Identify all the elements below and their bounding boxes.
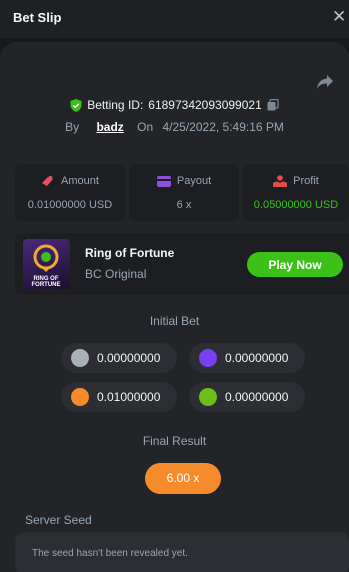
share-icon[interactable]: [316, 74, 334, 90]
amount-label: Amount: [61, 175, 99, 187]
coin-pill: 0.01000000: [61, 382, 177, 412]
final-result-badge: 6.00 x: [145, 463, 221, 494]
game-subtitle: BC Original: [85, 267, 147, 281]
close-icon[interactable]: ✕: [332, 7, 346, 27]
server-seed-message: The seed hasn't been revealed yet.: [32, 548, 188, 559]
payout-label: Payout: [176, 175, 212, 187]
profit-card: Profit 0.05000000 USD: [243, 164, 349, 221]
coin-icon: [71, 349, 89, 367]
bet-date: 4/25/2022, 5:49:16 PM: [162, 120, 284, 134]
coin-icon: [199, 388, 217, 406]
profit-label: Profit: [293, 175, 319, 187]
payout-icon: [156, 175, 171, 187]
coin-pill: 0.00000000: [189, 382, 305, 412]
coin-pill: 0.00000000: [61, 343, 177, 373]
coin-pill: 0.00000000: [189, 343, 305, 373]
betting-id-label: Betting ID:: [87, 98, 144, 112]
payout-value: 6 x: [176, 199, 192, 211]
coin-amount: 0.00000000: [225, 390, 289, 404]
game-card: RING OF FORTUNE Ring of Fortune BC Origi…: [15, 233, 349, 295]
amount-card: Amount 0.01000000 USD: [15, 164, 125, 221]
betting-id-value: 61897342093099021: [148, 98, 262, 112]
user-link[interactable]: badz: [96, 120, 123, 134]
profit-value: 0.05000000 USD: [253, 199, 339, 211]
by-label: By: [65, 120, 80, 134]
header-bar: Bet Slip ✕: [0, 0, 349, 38]
game-thumbnail: RING OF FORTUNE: [23, 239, 70, 289]
payout-card: Payout 6 x: [129, 164, 239, 221]
copy-icon[interactable]: [267, 99, 279, 111]
ring-of-fortune-logo: RING OF FORTUNE: [32, 244, 61, 288]
amount-icon: [42, 175, 54, 186]
game-name: Ring of Fortune: [85, 246, 175, 260]
on-label: On: [137, 120, 154, 134]
page-title: Bet Slip: [13, 10, 62, 25]
server-seed-box: The seed hasn't been revealed yet.: [15, 532, 349, 572]
svg-text:FORTUNE: FORTUNE: [32, 282, 61, 288]
coin-amount: 0.00000000: [225, 351, 289, 365]
initial-bet-title: Initial Bet: [149, 314, 200, 328]
coin-amount: 0.01000000: [97, 390, 161, 404]
amount-value: 0.01000000 USD: [27, 199, 113, 211]
profit-icon: [273, 175, 288, 187]
betting-id-row: Betting ID: 61897342093099021: [0, 98, 349, 115]
coin-icon: [199, 349, 217, 367]
final-result-title: Final Result: [142, 434, 207, 448]
coin-icon: [71, 388, 89, 406]
server-seed-label: Server Seed: [25, 513, 92, 527]
bet-meta-row: By badz On 4/25/2022, 5:49:16 PM: [0, 120, 349, 134]
verified-shield-icon: [70, 98, 82, 112]
play-now-button[interactable]: Play Now: [247, 252, 343, 277]
coin-amount: 0.00000000: [97, 351, 161, 365]
